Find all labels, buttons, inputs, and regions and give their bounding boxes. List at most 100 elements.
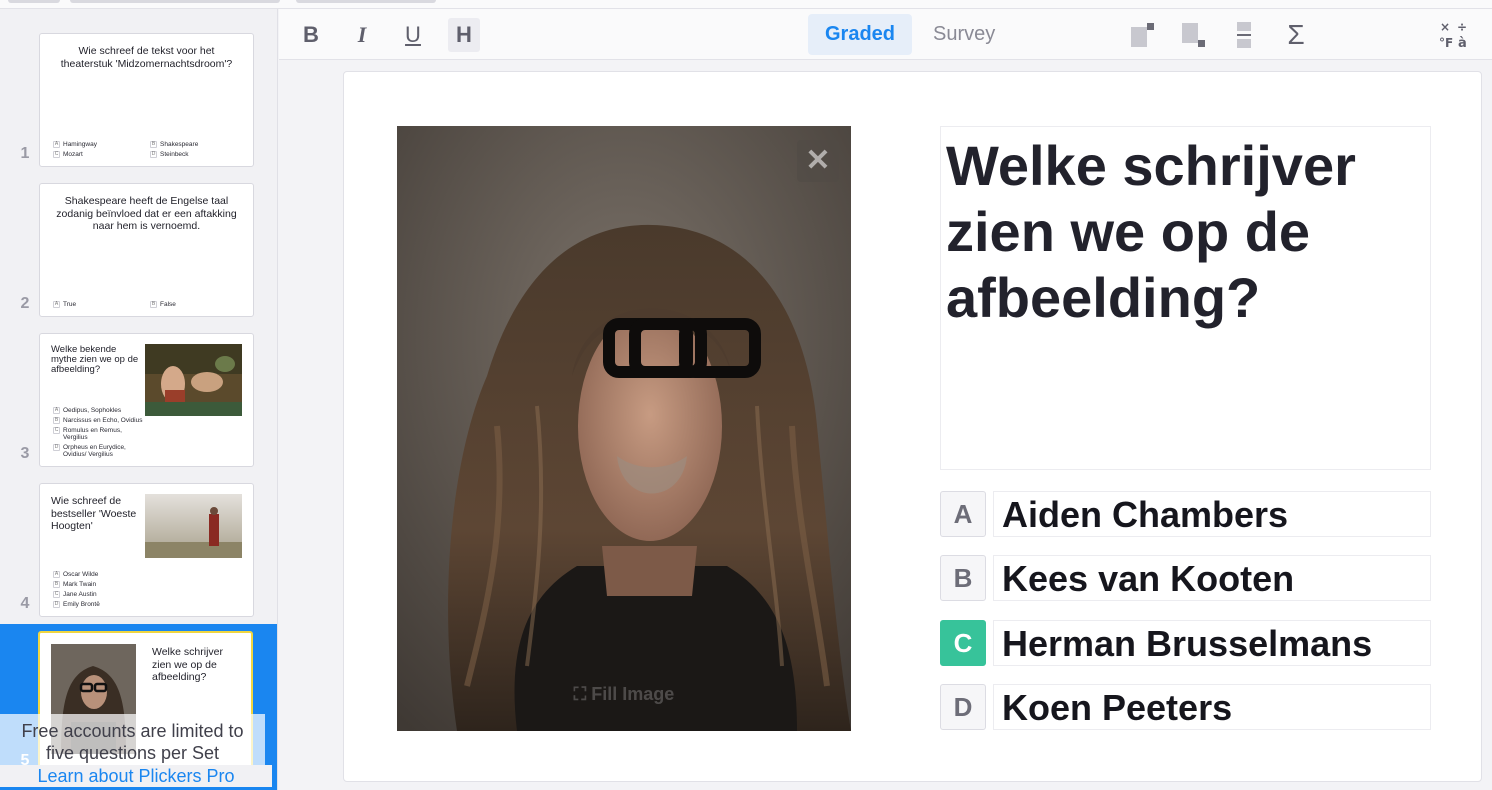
choice-letter: A	[53, 407, 60, 414]
layout-image-bottom-icon[interactable]	[1178, 19, 1210, 51]
plickers-pro-link[interactable]: Learn about Plickers Pro	[0, 765, 272, 787]
svg-text:÷: ÷	[1457, 20, 1467, 34]
choice-text-field[interactable]: Koen Peeters	[993, 684, 1431, 730]
slide-question-text: Shakespeare heeft de Engelse taal zodani…	[56, 195, 237, 232]
slide-question-text: Wie schreef de bestseller 'Woeste Hoogte…	[51, 495, 137, 532]
answer-choice-c: C Herman Brusselmans	[940, 620, 1431, 667]
slide-choice: D Emily Brontë	[53, 601, 143, 608]
question-image[interactable]: ✕ ⛶ Fill Image	[397, 126, 851, 731]
editor-toolbar: B I U H Graded Survey Σ × ÷ °F à	[279, 9, 1492, 60]
choice-text: Oedipus, Sophokles	[63, 407, 122, 414]
expand-icon: ⛶	[573, 684, 592, 704]
tab-stub	[8, 0, 60, 3]
choice-text[interactable]: Kees van Kooten	[1002, 559, 1294, 599]
answer-choice-b: B Kees van Kooten	[940, 555, 1431, 602]
choice-text: Oscar Wilde	[63, 571, 99, 578]
fill-image-button[interactable]: ⛶ Fill Image	[397, 684, 851, 705]
choice-letter: D	[150, 151, 157, 158]
choice-letter-b[interactable]: B	[940, 555, 986, 601]
slide-choices: A Hamingway B Shakespeare C Mozart D Steinbe…	[53, 138, 243, 158]
choice-letter: B	[53, 581, 60, 588]
choice-letter: B	[150, 301, 157, 308]
slide-number: 2	[20, 295, 30, 312]
slide-choice: A Hamingway	[53, 141, 146, 148]
choice-letter: A	[53, 301, 60, 308]
layout-split-icon[interactable]	[1228, 19, 1260, 51]
slide-thumbnail[interactable]: Wie schreef de tekst voor het theaterstu…	[39, 33, 254, 167]
heading-button[interactable]: H	[448, 18, 480, 52]
slide-choice: B False	[150, 301, 243, 308]
slide-question-text: Wie schreef de tekst voor het theaterstu…	[60, 45, 233, 70]
tab-stub	[70, 0, 280, 3]
italic-button[interactable]: I	[346, 18, 378, 52]
choice-text: False	[160, 301, 176, 308]
free-account-limit-notice: Free accounts are limited to five questi…	[0, 714, 265, 770]
bold-button[interactable]: B	[295, 18, 327, 52]
choice-letter-a[interactable]: A	[940, 491, 986, 537]
slide-sidebar: 1 Wie schreef de tekst voor het theaters…	[0, 9, 278, 790]
choice-text: Jane Austin	[63, 591, 97, 598]
remove-image-button[interactable]: ✕	[797, 140, 839, 182]
tab-stub	[296, 0, 436, 3]
slide-list-item-2[interactable]: 2 Shakespeare heeft de Engelse taal zoda…	[0, 183, 277, 321]
choice-text[interactable]: Herman Brusselmans	[1002, 624, 1372, 664]
choice-text: Mozart	[63, 151, 83, 158]
question-text[interactable]: Welke schrijver zien we op de afbeelding…	[946, 133, 1420, 331]
layout-image-right-icon[interactable]	[1127, 19, 1159, 51]
slide-thumbnail[interactable]: Welke bekende mythe zien we op de afbeel…	[39, 333, 254, 467]
choice-text: Mark Twain	[63, 581, 97, 588]
underline-button[interactable]: U	[397, 18, 429, 52]
slide-choice: B Shakespeare	[150, 141, 243, 148]
slide-choices: A Oedipus, Sophokles B Narcissus en Echo, …	[53, 404, 143, 458]
choice-text[interactable]: Koen Peeters	[1002, 688, 1232, 728]
slide-choice: B Mark Twain	[53, 581, 143, 588]
choice-text: Shakespeare	[160, 141, 199, 148]
slide-question-text: Welke bekende mythe zien we op de afbeel…	[51, 344, 139, 375]
choice-letter: D	[53, 601, 60, 608]
slide-number: 1	[20, 145, 30, 162]
choice-letter: B	[53, 417, 60, 424]
question-text-box[interactable]: Welke schrijver zien we op de afbeelding…	[940, 126, 1431, 470]
choice-letter-c-correct[interactable]: C	[940, 620, 986, 666]
graded-mode-toggle[interactable]: Graded	[808, 14, 913, 55]
choice-letter: A	[53, 571, 60, 578]
svg-text:×: ×	[1440, 20, 1450, 34]
choice-text: Hamingway	[63, 141, 97, 148]
choice-letter: C	[53, 151, 60, 158]
equation-sigma-icon[interactable]: Σ	[1280, 18, 1312, 52]
survey-mode-toggle[interactable]: Survey	[916, 14, 1012, 55]
svg-text:à: à	[1458, 36, 1467, 51]
slide-choice: C Jane Austin	[53, 591, 143, 598]
special-characters-icon[interactable]: × ÷ °F à	[1437, 17, 1473, 53]
answer-choice-a: A Aiden Chambers	[940, 491, 1431, 538]
choice-text[interactable]: Aiden Chambers	[1002, 495, 1288, 535]
choice-letter: D	[53, 444, 60, 451]
choice-text-field[interactable]: Herman Brusselmans	[993, 620, 1431, 666]
choice-letter: A	[53, 141, 60, 148]
slide-list-item-4[interactable]: 4 Wie schreef de bestseller 'Woeste Hoog…	[0, 483, 277, 621]
choice-text-field[interactable]: Aiden Chambers	[993, 491, 1431, 537]
slide-choice: C Mozart	[53, 151, 146, 158]
slide-choices: A Oscar Wilde B Mark Twain C Jane Austin DE…	[53, 568, 143, 608]
choice-text: True	[63, 301, 77, 308]
author-portrait-photo	[397, 126, 851, 731]
slide-thumbnail[interactable]: Wie schreef de bestseller 'Woeste Hoogte…	[39, 483, 254, 617]
slide-list-item-3[interactable]: 3 Welke bekende mythe zien we op de afbe…	[0, 333, 277, 471]
slide-photo-thumbnail	[145, 494, 242, 558]
choice-letter: B	[150, 141, 157, 148]
choice-text: Romulus en Remus, Vergilius	[63, 427, 122, 441]
slide-thumbnail[interactable]: Shakespeare heeft de Engelse taal zodani…	[39, 183, 254, 317]
slide-choice: A Oedipus, Sophokles	[53, 407, 143, 414]
slide-list-item-1[interactable]: 1 Wie schreef de tekst voor het theaters…	[0, 33, 277, 171]
slide-choice: D Orpheus en Eurydice, Ovidius/ Vergilius	[53, 444, 143, 458]
slide-choice: A True	[53, 301, 146, 308]
slide-number: 4	[20, 595, 30, 612]
slide-choices: A True B False	[53, 298, 243, 308]
choice-text-field[interactable]: Kees van Kooten	[993, 555, 1431, 601]
slide-choice: C Romulus en Remus, Vergilius	[53, 427, 143, 441]
slide-editor-canvas: ✕ ⛶ Fill Image Welke schrijver zien we o…	[343, 71, 1482, 782]
fill-image-label: Fill Image	[591, 684, 675, 704]
choice-letter-d[interactable]: D	[940, 684, 986, 730]
slide-question-text: Welke schrijver zien we op de afbeelding…	[152, 646, 223, 683]
choice-text: Orpheus en Eurydice, Ovidius/ Vergilius	[63, 444, 126, 458]
